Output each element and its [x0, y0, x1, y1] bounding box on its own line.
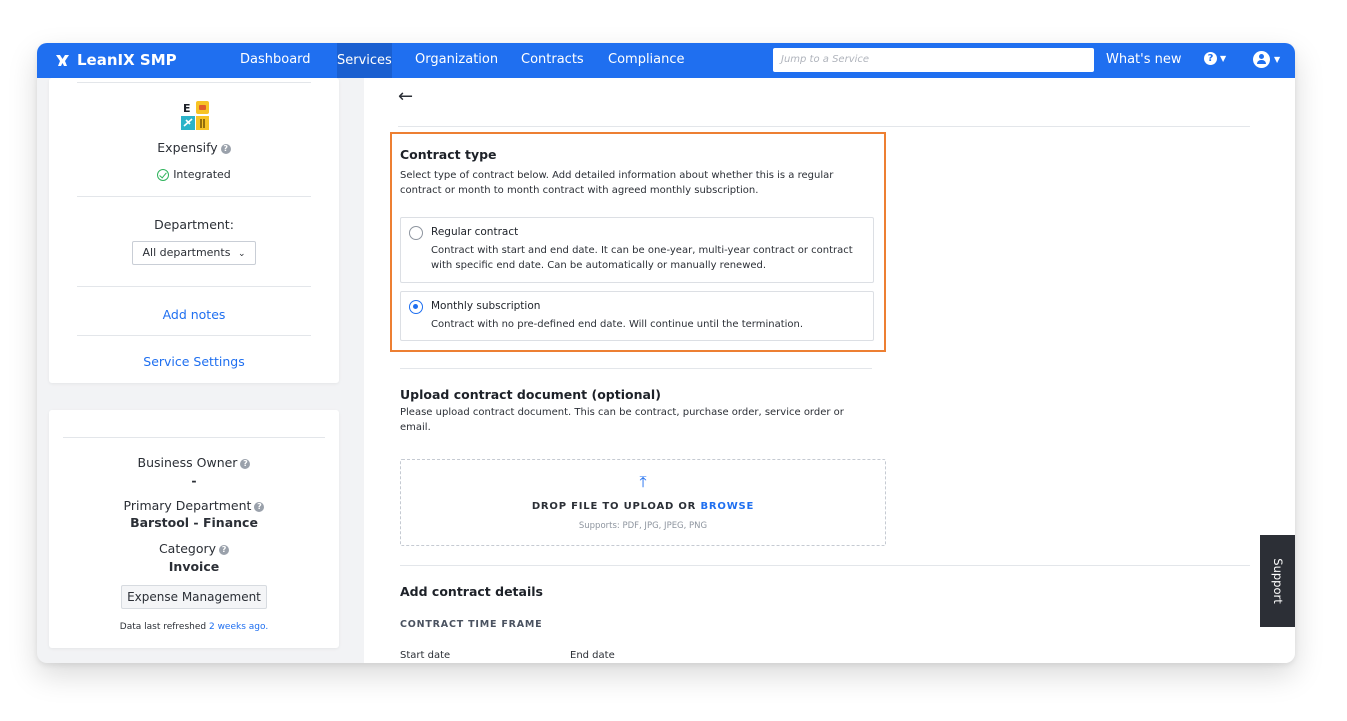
business-owner-label: Business Owner?	[49, 455, 339, 470]
start-date-label: Start date	[400, 650, 451, 661]
primary-department-label-text: Primary Department	[123, 498, 252, 513]
divider	[77, 335, 311, 336]
option-title: Regular contract	[431, 226, 519, 238]
contract-type-description: Select type of contract below. Add detai…	[400, 170, 834, 196]
nav-services[interactable]: Services	[337, 43, 392, 78]
nav-organization[interactable]: Organization	[415, 52, 498, 67]
main-content: ← Contract type Select type of contract …	[364, 78, 1295, 663]
info-icon[interactable]: ?	[240, 458, 251, 469]
help-menu[interactable]: ? ▼	[1204, 52, 1226, 65]
avatar-icon	[1253, 51, 1270, 68]
app-window: LeanIX SMP Dashboard Services Organizati…	[37, 43, 1295, 663]
divider	[77, 196, 311, 197]
svg-text:E: E	[183, 102, 191, 115]
chevron-down-icon: ⌄	[237, 249, 246, 259]
nav-compliance[interactable]: Compliance	[608, 52, 685, 67]
department-select[interactable]: All departments ⌄	[132, 241, 256, 265]
end-date-label: End date	[570, 650, 615, 661]
support-tab[interactable]: Support	[1260, 535, 1295, 627]
divider	[77, 286, 311, 287]
add-notes-link[interactable]: Add notes	[49, 307, 339, 322]
check-circle-icon	[157, 168, 170, 181]
primary-department-label: Primary Department?	[49, 498, 339, 513]
data-refresh-info: Data last refreshed 2 weeks ago.	[49, 622, 339, 632]
department-select-value: All departments	[142, 246, 231, 259]
regular-contract-radio[interactable]	[409, 226, 423, 240]
department-label: Department:	[154, 217, 234, 232]
nav-contracts[interactable]: Contracts	[521, 52, 584, 67]
browse-link[interactable]: BROWSE	[700, 501, 754, 512]
primary-department-value: Barstool - Finance	[130, 515, 258, 530]
leanix-logo-icon	[56, 54, 69, 66]
file-drop-zone[interactable]: ⤒ DROP FILE TO UPLOAD OR BROWSE Supports…	[400, 459, 886, 546]
option-title: Monthly subscription	[431, 300, 541, 312]
category-tag[interactable]: Expense Management	[121, 585, 267, 609]
divider	[398, 126, 1250, 127]
service-summary-card: E Expensify? Integrated Department: All …	[49, 78, 339, 383]
app-name: Expensify?	[49, 140, 339, 155]
business-owner-value: -	[191, 473, 197, 488]
option-description: Contract with start and end date. It can…	[431, 245, 853, 271]
upload-description: Please upload contract document. This ca…	[400, 407, 844, 433]
regular-contract-option[interactable]: Regular contract Contract with start and…	[400, 217, 874, 283]
nav-dashboard[interactable]: Dashboard	[240, 52, 311, 67]
status-text: Integrated	[173, 168, 231, 181]
upload-title: Upload contract document (optional)	[400, 387, 661, 402]
time-frame-heading: CONTRACT TIME FRAME	[400, 619, 543, 630]
integration-status: Integrated	[49, 168, 339, 181]
supported-formats: Supports: PDF, JPG, JPEG, PNG	[578, 521, 708, 531]
top-navbar: LeanIX SMP Dashboard Services Organizati…	[37, 43, 1295, 78]
divider	[400, 565, 1250, 566]
chevron-down-icon: ▼	[1220, 54, 1227, 63]
category-label: Category?	[49, 541, 339, 556]
category-label-text: Category	[158, 541, 217, 556]
monthly-subscription-option[interactable]: Monthly subscription Contract with no pr…	[400, 291, 874, 341]
category-value: Invoice	[168, 559, 220, 574]
divider	[77, 82, 311, 83]
help-icon: ?	[1204, 52, 1217, 65]
app-name-text: Expensify	[157, 140, 218, 155]
upload-icon: ⤒	[639, 472, 647, 491]
drop-text-label: DROP FILE TO UPLOAD OR	[531, 501, 697, 512]
business-owner-label-text: Business Owner	[137, 455, 238, 470]
service-settings-link[interactable]: Service Settings	[49, 354, 339, 369]
monthly-subscription-radio[interactable]	[409, 300, 423, 314]
chevron-down-icon: ▼	[1274, 55, 1281, 64]
back-arrow-icon[interactable]: ←	[398, 86, 413, 107]
user-menu[interactable]: ▼	[1253, 51, 1280, 68]
drop-text: DROP FILE TO UPLOAD OR BROWSE	[401, 501, 885, 512]
search-input[interactable]: Jump to a Service	[773, 48, 1094, 72]
option-description: Contract with no pre-defined end date. W…	[431, 319, 804, 330]
refresh-time-link[interactable]: 2 weeks ago.	[209, 622, 268, 632]
service-details-card: Business Owner? - Primary Department? Ba…	[49, 410, 339, 648]
info-icon[interactable]: ?	[219, 544, 230, 555]
contract-type-section: Contract type Select type of contract be…	[390, 132, 886, 352]
info-icon[interactable]: ?	[220, 143, 231, 154]
contract-type-title: Contract type	[400, 147, 497, 162]
app-logo-icon: E	[181, 101, 209, 130]
whats-new-link[interactable]: What's new	[1106, 52, 1182, 67]
divider	[63, 437, 325, 438]
logo-text: LeanIX SMP	[77, 51, 177, 69]
info-icon[interactable]: ?	[254, 501, 265, 512]
refresh-text: Data last refreshed	[119, 622, 207, 632]
divider	[400, 368, 872, 369]
logo[interactable]: LeanIX SMP	[54, 50, 177, 70]
contract-details-title: Add contract details	[400, 584, 543, 599]
support-label: Support	[1270, 558, 1285, 604]
